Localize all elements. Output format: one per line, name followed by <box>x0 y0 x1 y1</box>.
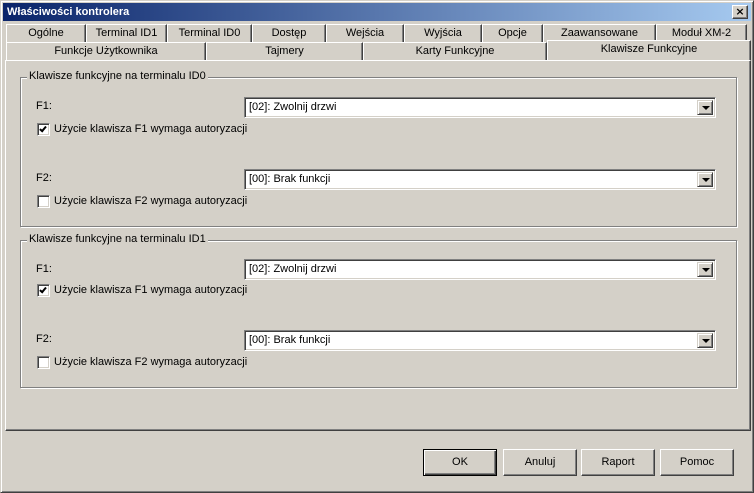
tab-wejscia[interactable]: Wejścia <box>326 24 404 43</box>
window-title: Właściwości kontrolera <box>7 6 130 18</box>
tab-funkcje-uzytkownika[interactable]: Funkcje Użytkownika <box>6 42 206 61</box>
ok-button[interactable]: OK <box>423 449 497 476</box>
help-button[interactable]: Pomoc <box>660 449 734 476</box>
title-bar[interactable]: Właściwości kontrolera × <box>3 3 751 21</box>
tab-opcje[interactable]: Opcje <box>482 24 543 43</box>
tab-wyjscia[interactable]: Wyjścia <box>404 24 482 43</box>
report-button[interactable]: Raport <box>581 449 655 476</box>
tab-dostep[interactable]: Dostęp <box>252 24 326 43</box>
tab-karty-funkcyjne[interactable]: Karty Funkcyjne <box>363 42 547 61</box>
tab-panel <box>5 60 751 431</box>
tab-ogolne[interactable]: Ogólne <box>6 24 86 43</box>
tab-klawisze-funkcyjne[interactable]: Klawisze Funkcyjne <box>547 40 751 60</box>
tab-terminal-id0[interactable]: Terminal ID0 <box>167 24 252 43</box>
tab-terminal-id1[interactable]: Terminal ID1 <box>86 24 167 43</box>
close-button[interactable]: × <box>732 5 748 19</box>
close-icon: × <box>735 5 745 18</box>
tab-tajmery[interactable]: Tajmery <box>206 42 363 61</box>
dialog-window: Właściwości kontrolera × Ogólne Terminal… <box>0 0 754 493</box>
cancel-button[interactable]: Anuluj <box>503 449 577 476</box>
